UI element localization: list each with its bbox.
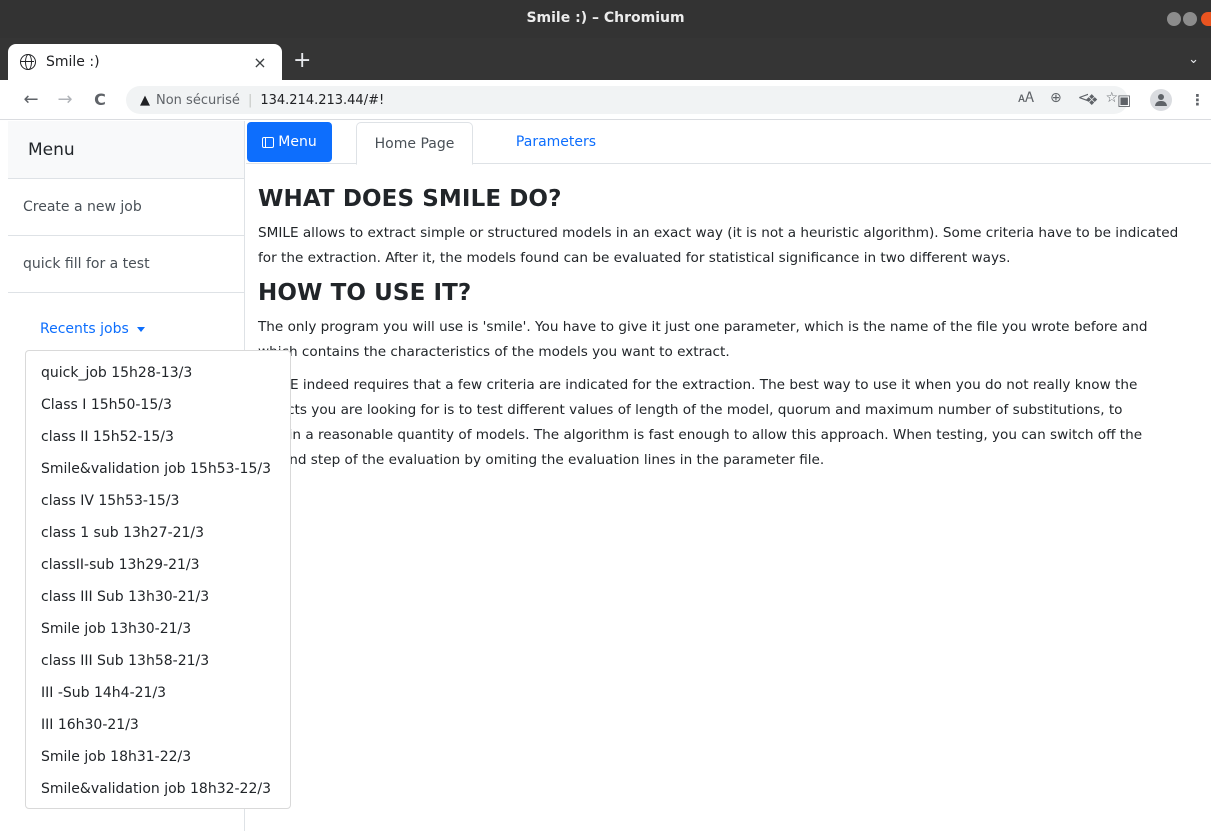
heading-what-does-smile-do: WHAT DOES SMILE DO? [258, 186, 562, 212]
paragraph-line: for the extraction. After it, the models… [258, 250, 1011, 266]
url-text[interactable]: 134.214.213.44/#! [260, 93, 384, 108]
zoom-icon[interactable]: ⊕ [1050, 90, 1062, 106]
paragraph-line: objects you are looking for is to test d… [258, 402, 1123, 418]
main-content: Menu Home Page Parameters WHAT DOES SMIL… [246, 121, 1211, 831]
recents-jobs-label: Recents jobs [40, 321, 129, 337]
dropdown-item[interactable]: class 1 sub 13h27-21/3 [26, 517, 290, 549]
dropdown-item[interactable]: class III Sub 13h30-21/3 [26, 581, 290, 613]
dropdown-item[interactable]: Class I 15h50-15/3 [26, 389, 290, 421]
window-title: Smile :) – Chromium [526, 10, 685, 26]
profile-avatar-icon[interactable] [1150, 89, 1172, 111]
caret-down-icon [136, 326, 145, 332]
browser-toolbar: ← → C ▲ Non sécurisé | 134.214.213.44/#!… [0, 80, 1211, 120]
minimize-button[interactable] [1167, 12, 1181, 26]
browser-tab[interactable]: Smile :) × [8, 44, 282, 80]
extensions-icon[interactable]: ❖ [1085, 89, 1098, 111]
dropdown-item[interactable]: Smile job 18h31-22/3 [26, 741, 290, 773]
menu-button-label: Menu [278, 134, 317, 150]
tab-strip: Smile :) × + ⌄ [0, 38, 1211, 80]
sidebar-header: Menu [8, 121, 244, 179]
dropdown-item[interactable]: Smile job 13h30-21/3 [26, 613, 290, 645]
paragraph-line: which contains the characteristics of th… [258, 344, 730, 360]
translate-icon[interactable]: 🗚 [1018, 90, 1034, 106]
globe-icon [20, 54, 36, 70]
heading-how-to-use-it: HOW TO USE IT? [258, 280, 472, 306]
dropdown-item[interactable]: class II 15h52-15/3 [26, 421, 290, 453]
dropdown-item[interactable]: classII-sub 13h29-21/3 [26, 549, 290, 581]
tab-title: Smile :) [46, 54, 100, 70]
paragraph-line: SMILE allows to extract simple or struct… [258, 225, 1179, 241]
dropdown-item[interactable]: Smile&validation job 18h32-22/3 [26, 773, 290, 805]
dropdown-item[interactable]: III -Sub 14h4-21/3 [26, 677, 290, 709]
tab-search-chevron-icon[interactable]: ⌄ [1188, 52, 1199, 67]
dropdown-item[interactable]: class IV 15h53-15/3 [26, 485, 290, 517]
paragraph-line: The only program you will use is 'smile'… [258, 319, 1148, 335]
address-bar[interactable]: ▲ Non sécurisé | 134.214.213.44/#! 🗚 ⊕ <… [126, 86, 1128, 114]
window-titlebar: Smile :) – Chromium [0, 0, 1211, 38]
home-article: WHAT DOES SMILE DO? SMILE allows to extr… [258, 185, 1211, 473]
menu-toggle-button[interactable]: Menu [247, 122, 332, 162]
recent-jobs-dropdown: quick_job 15h28-13/3 Class I 15h50-15/3 … [25, 350, 291, 809]
sidebar-toggle-icon [262, 136, 275, 148]
maximize-button[interactable] [1183, 12, 1197, 26]
new-tab-button[interactable]: + [293, 50, 311, 72]
reload-button[interactable]: C [89, 89, 111, 111]
paragraph-line: obtain a reasonable quantity of models. … [258, 427, 1143, 443]
window-controls [1167, 7, 1211, 31]
warning-icon[interactable]: ▲ [140, 93, 150, 108]
sidebar-item-create-job[interactable]: Create a new job [8, 179, 244, 236]
back-button[interactable]: ← [20, 89, 42, 111]
dropdown-item[interactable]: quick_job 15h28-13/3 [26, 357, 290, 389]
dropdown-item[interactable]: III 16h30-21/3 [26, 709, 290, 741]
close-tab-icon[interactable]: × [250, 53, 270, 72]
more-menu-icon[interactable]: ⋮ [1190, 89, 1205, 111]
tab-home-page[interactable]: Home Page [356, 122, 473, 165]
side-panel-icon[interactable]: ▣ [1117, 89, 1131, 111]
paragraph-line: SMILE indeed requires that a few criteri… [258, 377, 1138, 393]
forward-button[interactable]: → [54, 89, 76, 111]
security-label[interactable]: Non sécurisé [156, 93, 240, 108]
sidebar-item-quick-fill[interactable]: quick fill for a test [8, 236, 244, 293]
nav-tabs: Menu Home Page Parameters [246, 121, 1211, 165]
dropdown-item[interactable]: Smile&validation job 15h53-15/3 [26, 453, 290, 485]
tab-parameters[interactable]: Parameters [499, 122, 613, 162]
close-window-button[interactable] [1201, 12, 1211, 26]
dropdown-item[interactable]: class III Sub 13h58-21/3 [26, 645, 290, 677]
address-bar-actions: 🗚 ⊕ < ☆ [1018, 90, 1118, 106]
paragraph-line: second step of the evaluation by omiting… [258, 452, 825, 468]
address-separator: | [247, 92, 253, 108]
